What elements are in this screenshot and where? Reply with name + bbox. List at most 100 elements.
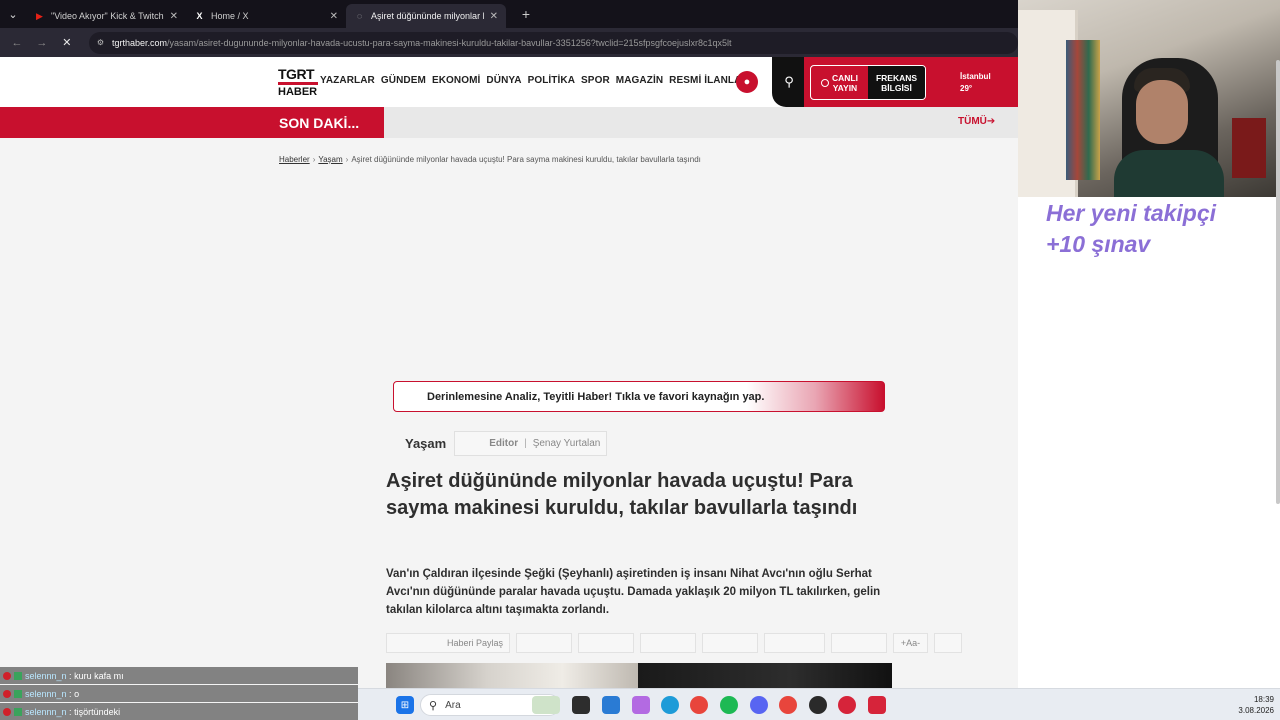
nav-item-politika[interactable]: POLİTİKA <box>528 75 575 86</box>
share-x-button[interactable] <box>578 633 634 653</box>
windows-taskbar: ⊞ ⚲ Ara 18:39 3.08.2026 <box>358 688 1280 720</box>
obs-icon[interactable] <box>809 696 827 714</box>
chat-message: selennn_n : o <box>0 685 358 702</box>
user-badge-icon <box>14 671 22 680</box>
article-image[interactable] <box>386 663 892 688</box>
url-host: tgrthaber.com <box>111 37 168 48</box>
breadcrumb-home[interactable]: Haberler <box>279 155 310 164</box>
live-broadcast-button[interactable]: CANLI YAYIN FREKANS BİLGİSİ <box>810 65 926 100</box>
nav-item-spor[interactable]: SPOR <box>581 75 610 86</box>
user-badge-icon <box>14 689 22 698</box>
browser-tab[interactable]: ▶ "Video Akıyor" Kick & Twitch K ✕ <box>26 4 186 28</box>
search-icon[interactable]: ⚲ <box>778 71 800 93</box>
breadcrumb-current: Aşiret düğününde milyonlar havada uçuştu… <box>351 155 701 164</box>
article-lead: Van'ın Çaldıran ilçesinde Şeğki (Şeyhanl… <box>386 568 881 616</box>
promo-banner[interactable]: Derinlemesine Analiz, Teyitli Haber! Tık… <box>393 381 885 412</box>
task-view-icon[interactable] <box>572 696 590 714</box>
nav-item-gundem[interactable]: GÜNDEM <box>381 75 426 86</box>
browser-tab[interactable]: X Home / X ✕ <box>186 4 346 28</box>
chat-colon: : <box>66 688 75 699</box>
copilot-icon[interactable] <box>632 696 650 714</box>
page-scrollbar[interactable] <box>1276 60 1280 504</box>
windows-start-icon[interactable]: ⊞ <box>396 696 414 714</box>
site-icon: ◌ <box>356 11 363 21</box>
share-facebook-button[interactable] <box>516 633 572 653</box>
logo-top-text: TGRT <box>278 66 315 82</box>
editor-label: Editor <box>489 438 519 449</box>
app-icon[interactable] <box>838 696 856 714</box>
frequency-link[interactable]: FREKANS BİLGİSİ <box>868 66 925 99</box>
address-bar[interactable]: ⚙ tgrthaber.com /yasam/asiret-dugununde-… <box>88 31 1019 54</box>
share-whatsapp-button[interactable] <box>640 633 696 653</box>
stop-loading-icon[interactable]: ✕ <box>56 32 78 54</box>
close-icon[interactable]: ✕ <box>170 11 178 22</box>
site-info-icon[interactable]: ⚙ <box>97 38 104 47</box>
chat-username: selennn_n <box>25 706 67 717</box>
editor-name[interactable]: Şenay Yurtalan <box>533 438 601 449</box>
bookmark-button[interactable] <box>831 633 887 653</box>
forward-arrow-icon[interactable]: → <box>31 32 53 54</box>
platform-icon <box>3 689 11 698</box>
discord-icon[interactable] <box>750 696 768 714</box>
site-logo[interactable]: TGRT HABER <box>278 67 322 99</box>
font-size-button[interactable]: +Aa- <box>893 633 928 653</box>
nav-item-dunya[interactable]: DÜNYA <box>486 75 521 86</box>
editor-separator: | <box>524 438 527 449</box>
user-icon[interactable]: ● <box>736 71 758 93</box>
spotify-icon[interactable] <box>720 696 738 714</box>
new-tab-button[interactable]: + <box>516 4 536 24</box>
all-news-link[interactable]: TÜMÜ➔ <box>958 116 995 127</box>
weather-widget[interactable]: İstanbul 29° <box>960 71 991 95</box>
live-link[interactable]: CANLI YAYIN <box>811 66 868 99</box>
chat-colon: : <box>66 706 75 717</box>
webpage: TGRT HABER YAZARLAR GÜNDEM EKONOMİ DÜNYA… <box>0 57 1018 688</box>
chat-username: selennn_n <box>25 688 67 699</box>
x-icon: X <box>196 11 203 21</box>
youtube-icon: ▶ <box>36 10 43 21</box>
webcam-books <box>1066 40 1100 180</box>
share-button[interactable]: Haberi Paylaş <box>386 633 510 653</box>
article-meta: Yaşam Editor | Şenay Yurtalan <box>405 431 608 456</box>
tab-search-chevron-icon[interactable]: ⌄ <box>0 0 26 28</box>
app-icon[interactable] <box>868 696 886 714</box>
editor-info: Editor | Şenay Yurtalan <box>454 431 608 456</box>
breaking-news-label[interactable]: SON DAKİ... <box>0 107 384 138</box>
close-icon[interactable]: ✕ <box>330 11 338 22</box>
taskbar-clock[interactable]: 18:39 3.08.2026 <box>1230 694 1274 716</box>
share-label: Haberi Paylaş <box>446 638 503 648</box>
webcam-shirt <box>1114 150 1224 197</box>
breadcrumb: Haberler › Yaşam › Aşiret düğününde milyonla… <box>279 155 701 164</box>
site-header: TGRT HABER YAZARLAR GÜNDEM EKONOMİ DÜNYA… <box>0 57 1018 107</box>
nav-item-ekonomi[interactable]: EKONOMİ <box>432 75 480 86</box>
edge-icon[interactable] <box>661 696 679 714</box>
chat-text: o <box>74 688 80 699</box>
back-arrow-icon[interactable]: ← <box>6 32 28 54</box>
webcam-poster <box>1232 118 1266 178</box>
share-link-button[interactable] <box>764 633 825 653</box>
taskbar-search-placeholder: Ara <box>445 699 461 711</box>
print-button[interactable] <box>934 633 962 653</box>
share-telegram-button[interactable] <box>702 633 758 653</box>
close-icon[interactable]: ✕ <box>490 11 498 22</box>
search-highlight-icon[interactable] <box>532 696 560 714</box>
breadcrumb-separator: › <box>345 155 349 164</box>
article-headline: Aşiret düğününde milyonlar havada uçuştu… <box>386 470 858 519</box>
chrome-icon[interactable] <box>690 696 708 714</box>
breadcrumb-separator: › <box>312 155 316 164</box>
platform-icon <box>3 707 11 716</box>
nav-item-magazin[interactable]: MAGAZİN <box>616 75 663 86</box>
article-image-left <box>386 663 638 688</box>
promo-text: Derinlemesine Analiz, Teyitli Haber! Tık… <box>427 390 765 403</box>
browser-tab-active[interactable]: ◌ Aşiret düğününde milyonlar ha ✕ <box>346 4 506 28</box>
chrome-icon[interactable] <box>779 696 797 714</box>
main-nav: YAZARLAR GÜNDEM EKONOMİ DÜNYA POLİTİKA S… <box>320 75 744 86</box>
nav-item-yazarlar[interactable]: YAZARLAR <box>320 75 375 86</box>
logo-bottom-text: HABER <box>278 86 318 98</box>
article-image-right <box>638 663 892 688</box>
mail-icon[interactable] <box>602 696 620 714</box>
platform-icon <box>3 671 11 680</box>
chat-message: selennn_n : tişörtündeki <box>0 703 358 720</box>
nav-item-resmi-ilanlar[interactable]: RESMİ İLANLAI <box>669 75 744 86</box>
breadcrumb-section[interactable]: Yaşam <box>318 155 342 164</box>
article-category[interactable]: Yaşam <box>405 436 446 451</box>
